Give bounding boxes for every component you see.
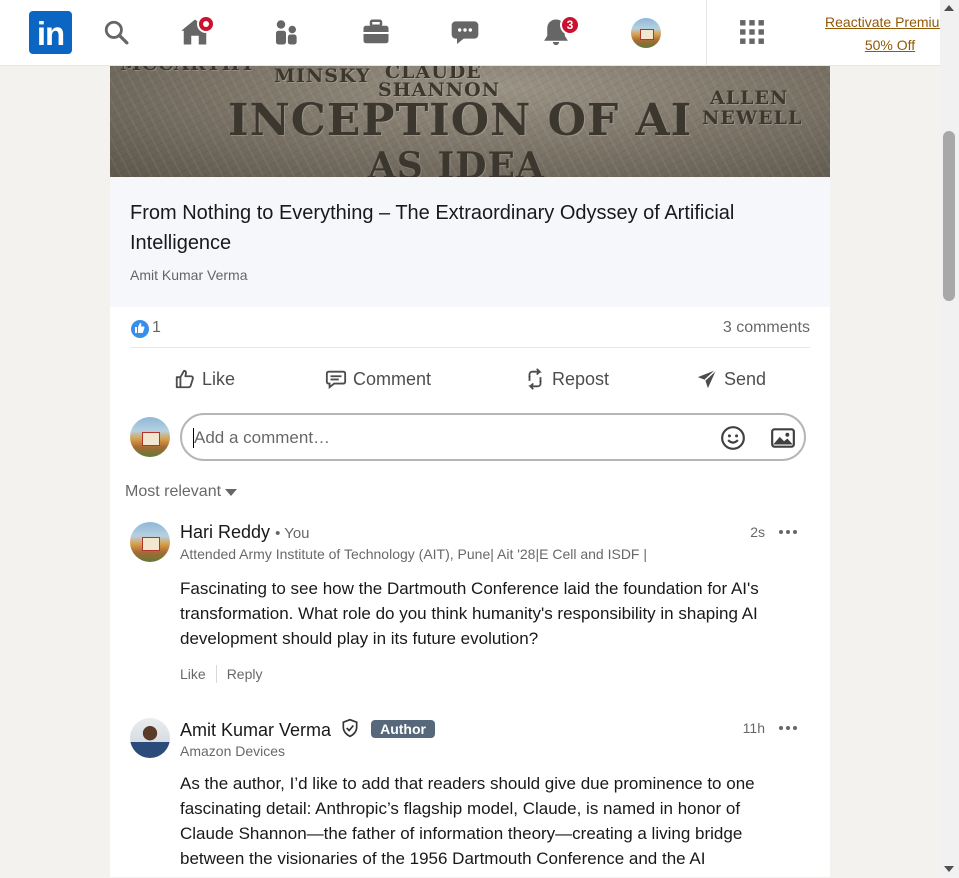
scroll-down-arrow-icon[interactable] [944,866,954,872]
article-title[interactable]: From Nothing to Everything – The Extraor… [130,198,810,258]
commenter-name-row: Hari Reddy • You [180,522,310,543]
reactivate-premium-link[interactable]: Reactivate Premium: 50% Off [805,11,959,57]
comments-count[interactable]: 3 comments [723,319,810,337]
author-badge: Author [371,720,435,738]
comment-reply-button[interactable]: Reply [227,666,263,682]
emoji-icon[interactable] [720,425,746,456]
comment-item: Amit Kumar Verma Author Amazon Devices 1… [130,718,810,878]
page-scrollbar[interactable] [940,0,959,877]
repost-button[interactable]: Repost [524,355,609,403]
search-icon[interactable] [98,14,134,50]
article-author: Amit Kumar Verma [130,267,248,283]
thumbs-up-icon [175,369,194,389]
comment-button[interactable]: Comment [325,355,431,403]
comment-item: Hari Reddy • You Attended Army Institute… [130,522,810,702]
premium-line-1: Reactivate Premium: [825,14,955,30]
you-indicator: • You [275,525,310,542]
social-counts-bar: 1 3 comments [130,307,810,348]
commenter-name[interactable]: Amit Kumar Verma [180,720,331,740]
like-label: Like [202,368,236,389]
comment-more-options-icon[interactable] [778,522,798,542]
add-comment-input[interactable]: Add a comment… [180,413,806,461]
composer-avatar [130,417,170,457]
social-actions-bar: Like Comment Repost Send [130,355,810,403]
notifications-count-badge: 3 [560,15,580,35]
work-apps-grid-icon[interactable] [734,14,770,50]
comment-timestamp: 11h [742,720,765,736]
comment-actions: Like Reply [180,665,262,683]
my-network-icon[interactable] [268,14,304,50]
home-notification-badge [197,15,215,33]
article-cover-image[interactable]: MCCARTHY MINSKY CLAUDE SHANNON ALLEN NEW… [110,65,830,177]
hero-name-allen: ALLEN [710,87,789,109]
scroll-up-arrow-icon[interactable] [944,5,954,11]
repost-label: Repost [552,368,610,389]
verified-shield-icon [342,718,358,738]
hero-headline-2: AS IDEA [368,145,545,177]
comment-placeholder: Add a comment… [194,428,331,447]
hero-name-minsky: MINSKY [274,65,371,87]
comment-composer: Add a comment… [130,413,810,465]
commenter-headline: Amazon Devices [180,743,286,759]
hero-headline-1: INCEPTION OF AI [228,95,693,146]
commenter-avatar[interactable] [130,522,170,562]
post-card: MCCARTHY MINSKY CLAUDE SHANNON ALLEN NEW… [110,65,830,877]
linkedin-logo-icon[interactable]: in [29,11,72,54]
commenter-name-row: Amit Kumar Verma Author [180,718,435,741]
hero-name-mccarthy: MCCARTHY [120,65,255,75]
send-button[interactable]: Send [696,355,766,403]
hero-name-newell: NEWELL [702,107,803,129]
comment-text: Fascinating to see how the Dartmouth Con… [180,579,759,648]
nav-divider [706,0,707,65]
jobs-briefcase-icon[interactable] [358,14,394,50]
premium-line-2: 50% Off [864,37,916,53]
me-avatar[interactable] [631,18,661,48]
scrollbar-thumb[interactable] [943,131,955,301]
action-divider [215,665,217,683]
messaging-icon[interactable] [447,14,483,50]
comment-text: As the author, I’d like to add that read… [180,774,755,868]
notifications-bell-icon[interactable]: 3 [538,14,580,50]
comment-timestamp: 2s [750,524,765,540]
article-link-preview[interactable]: From Nothing to Everything – The Extraor… [110,177,830,307]
comment-more-options-icon[interactable] [778,718,798,738]
like-count[interactable]: 1 [152,319,161,337]
add-photo-icon[interactable] [770,425,796,456]
comment-label: Comment [353,368,432,389]
like-button[interactable]: Like [174,355,235,403]
home-icon[interactable] [177,14,215,50]
like-reaction-icon[interactable] [130,319,150,339]
comment-like-button[interactable]: Like [180,666,206,682]
repost-icon [528,368,542,390]
commenter-headline: Attended Army Institute of Technology (A… [180,546,648,562]
send-label: Send [724,368,767,389]
send-paper-plane-icon [697,369,717,389]
sort-label: Most relevant [125,483,222,500]
global-nav: in 3 Reactivate Premium: 50% Off [0,0,955,66]
caret-down-icon [225,488,238,496]
commenter-avatar[interactable] [130,718,170,758]
comment-sort-dropdown[interactable]: Most relevant [125,483,238,501]
commenter-name[interactable]: Hari Reddy [180,522,270,542]
comment-icon [325,370,347,390]
